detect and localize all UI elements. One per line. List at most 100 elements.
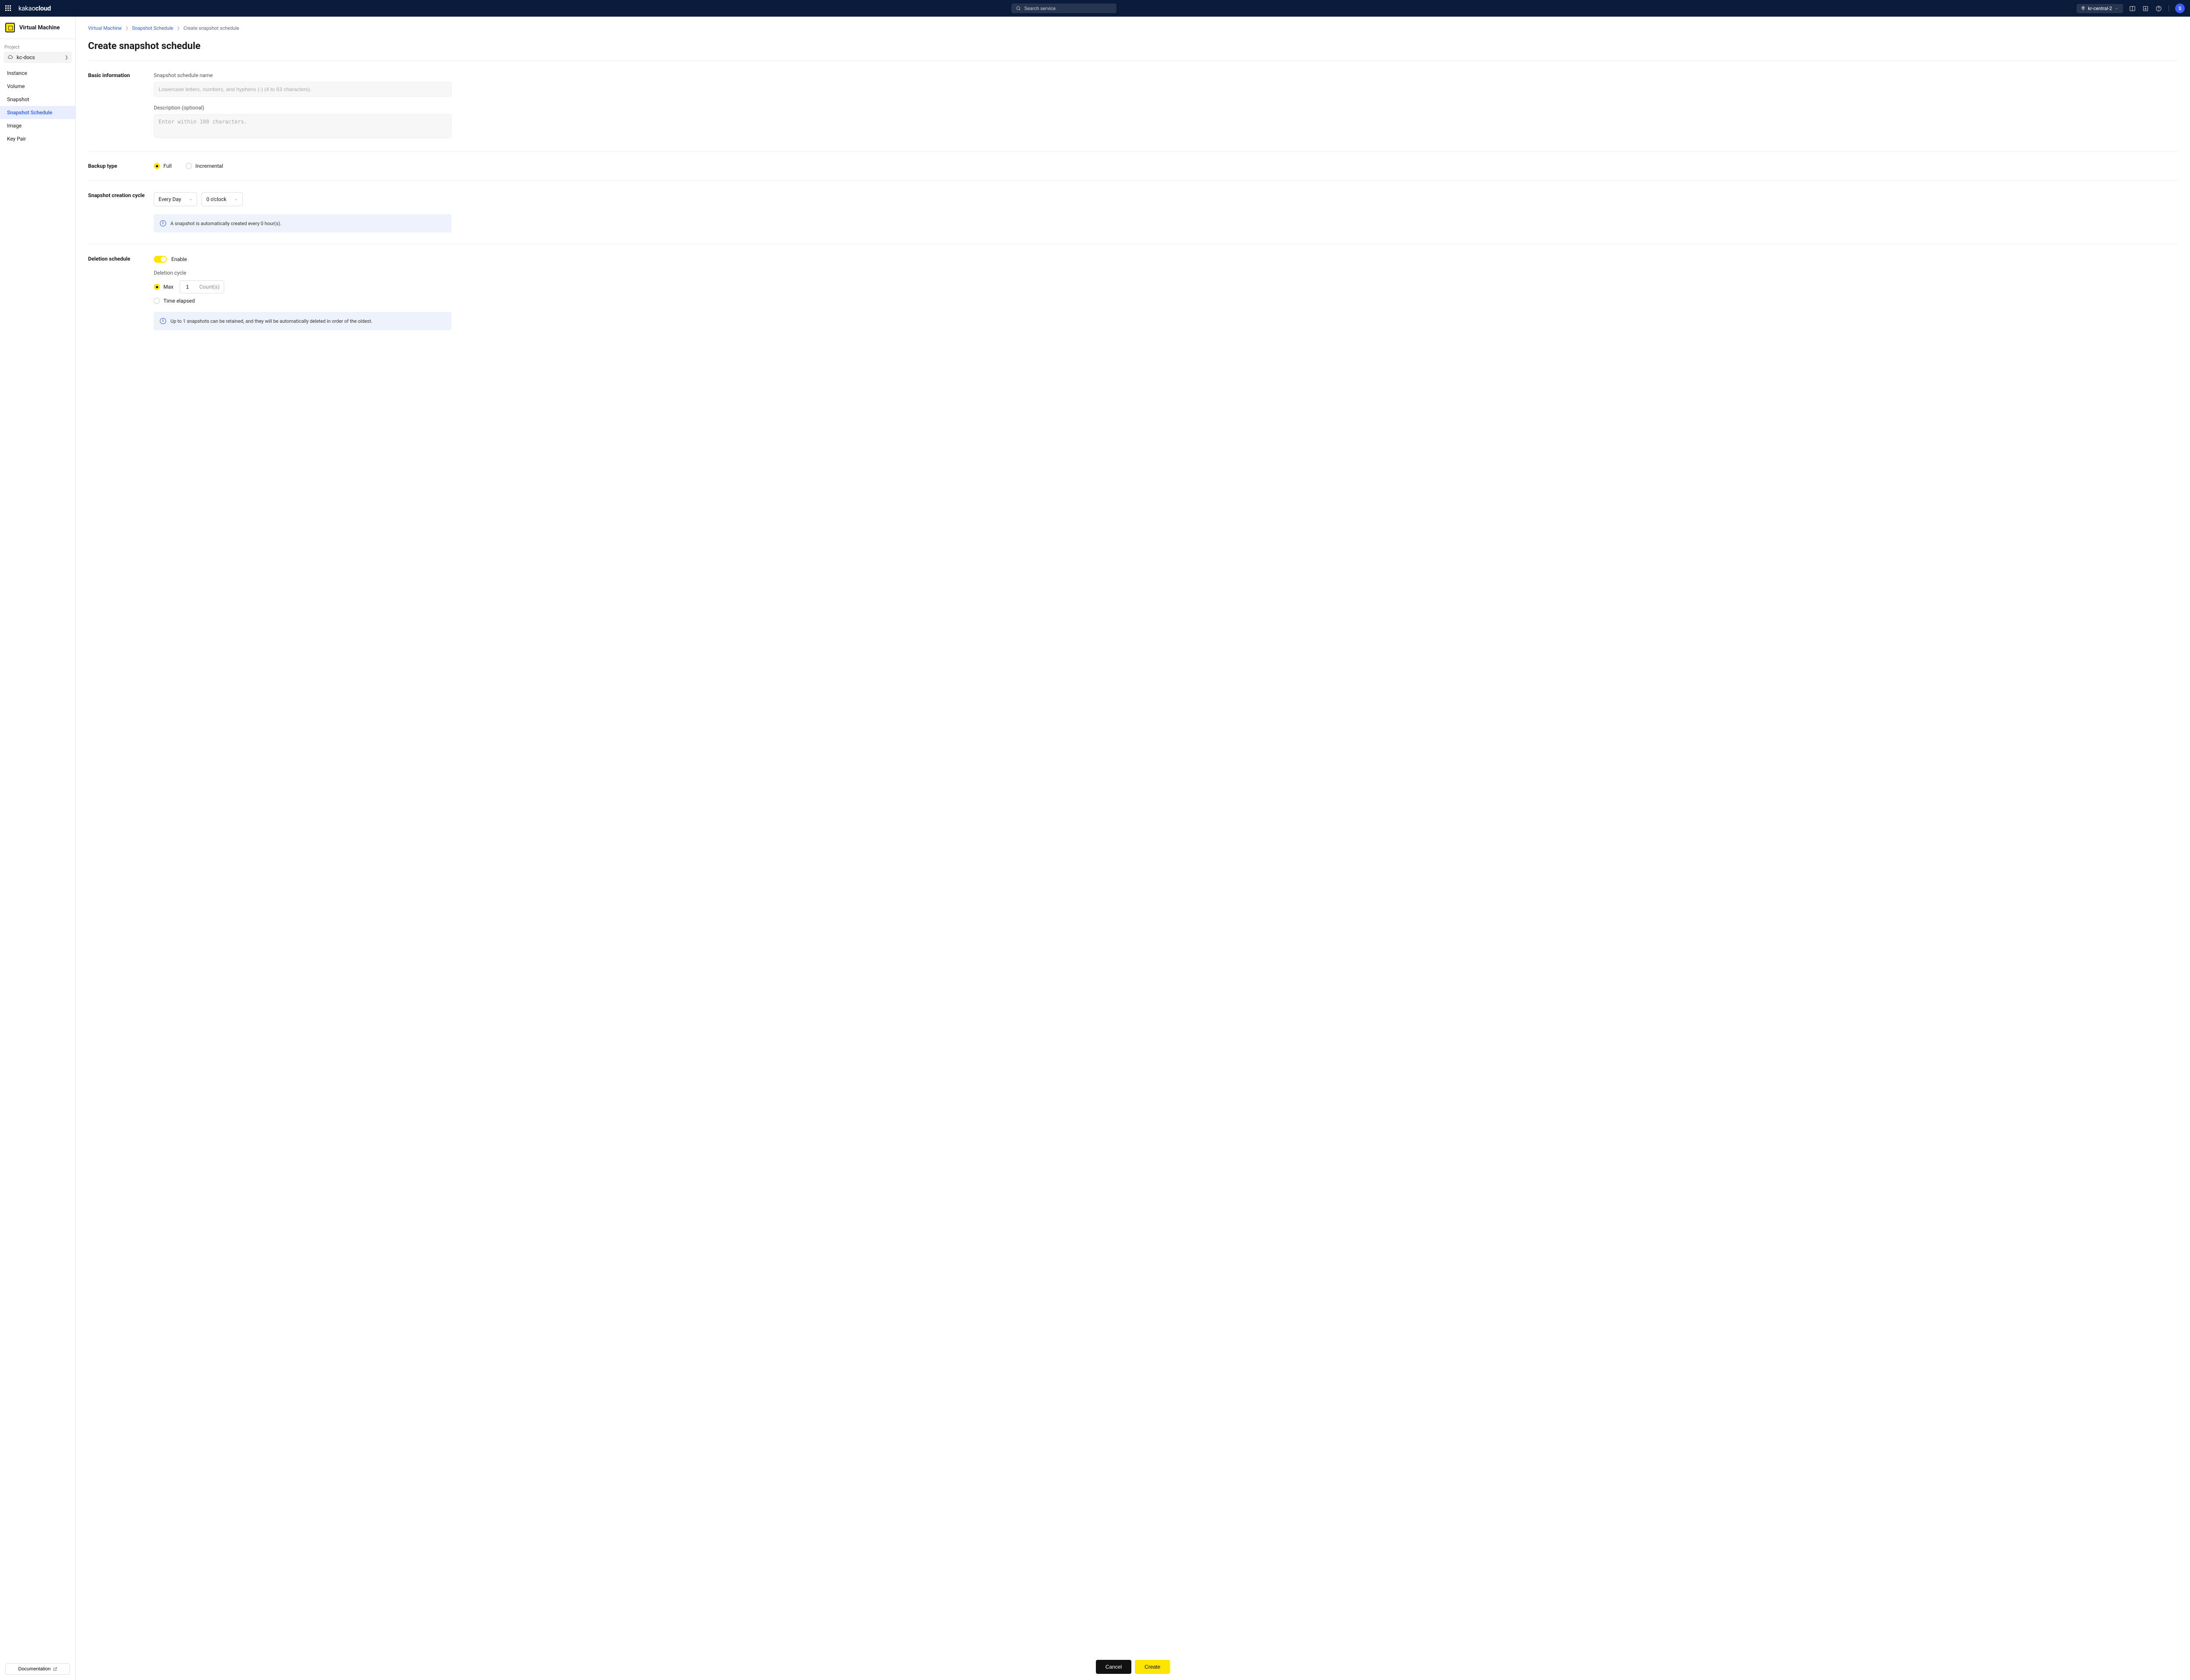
sidebar-item-snapshot[interactable]: Snapshot xyxy=(0,93,75,106)
cycle-selects: Every Day⌄ 0 o'clock ⌄ xyxy=(154,192,452,206)
deletion-enable-toggle[interactable] xyxy=(154,256,167,263)
footer-actions: Cancel Create xyxy=(76,1654,2190,1680)
sidebar-item-snapshot-schedule[interactable]: Snapshot Schedule xyxy=(0,106,75,119)
chevron-down-icon: ⌄ xyxy=(234,197,238,201)
radio-dot-icon xyxy=(154,284,160,290)
sidebar-item-image[interactable]: Image xyxy=(0,119,75,132)
section-cycle: Snapshot creation cycle Every Day⌄ 0 o'c… xyxy=(88,181,2178,244)
section-label-backup: Backup type xyxy=(88,163,154,169)
section-basic: Basic information Snapshot schedule name… xyxy=(88,61,2178,152)
schedule-name-input[interactable] xyxy=(154,82,452,97)
deletion-info-box: i Up to 1 snapshots can be retained, and… xyxy=(154,312,452,330)
backup-type-radios: Full Incremental xyxy=(154,163,452,169)
sidebar-title: Virtual Machine xyxy=(19,25,60,31)
section-deletion: Deletion schedule Enable Deletion cycle … xyxy=(88,244,2178,342)
count-input-wrap: Count(s) xyxy=(180,280,224,293)
deletion-time-row: Time elapsed xyxy=(154,298,452,304)
project-section-label: Project xyxy=(0,39,75,52)
cancel-button[interactable]: Cancel xyxy=(1096,1660,1131,1674)
radio-time-elapsed[interactable]: Time elapsed xyxy=(154,298,195,304)
topbar-left: kakaocloud xyxy=(5,4,51,12)
help-icon xyxy=(2155,5,2162,12)
deletion-cycle-block: Deletion cycle Max Count(s) Time elapsed xyxy=(154,270,452,304)
crumb-snapshot-schedule[interactable]: Snapshot Schedule xyxy=(132,25,173,31)
chevron-down-icon: ⌄ xyxy=(189,197,193,201)
sidebar-item-keypair[interactable]: Key Pair xyxy=(0,132,75,145)
vm-service-icon xyxy=(5,23,15,32)
radio-time-elapsed-label: Time elapsed xyxy=(163,298,195,304)
documentation-button[interactable]: Documentation xyxy=(5,1663,70,1675)
sidebar-nav: Instance Volume Snapshot Snapshot Schedu… xyxy=(0,67,75,145)
doc-label: Documentation xyxy=(18,1666,51,1672)
section-label-basic: Basic information xyxy=(88,72,154,140)
section-body-cycle: Every Day⌄ 0 o'clock ⌄ i A snapshot is au… xyxy=(154,192,452,233)
location-icon xyxy=(2081,6,2085,11)
billing-icon[interactable] xyxy=(2142,5,2149,12)
section-label-cycle: Snapshot creation cycle xyxy=(88,192,154,233)
download-icon xyxy=(2142,5,2149,12)
desc-field-label: Description (optional) xyxy=(154,105,452,111)
search-input[interactable]: Search service xyxy=(1011,4,1116,13)
topbar: kakaocloud Search service kr-central-2 S xyxy=(0,0,2190,17)
help-icon-btn[interactable] xyxy=(2155,5,2162,12)
create-button[interactable]: Create xyxy=(1135,1660,1170,1674)
section-backup: Backup type Full Incremental xyxy=(88,152,2178,181)
cloud-icon xyxy=(7,54,13,60)
section-label-deletion: Deletion schedule xyxy=(88,256,154,330)
time-value: 0 o'clock xyxy=(206,196,226,202)
count-unit: Count(s) xyxy=(195,281,224,293)
project-selector[interactable]: kc-docs ❯ xyxy=(4,52,72,63)
description-input[interactable] xyxy=(154,114,452,138)
radio-incremental[interactable]: Incremental xyxy=(186,163,223,169)
search-placeholder: Search service xyxy=(1024,6,1056,11)
layout: Virtual Machine Project kc-docs ❯ Instan… xyxy=(0,17,2190,1680)
section-body-deletion: Enable Deletion cycle Max Count(s) Time … xyxy=(154,256,452,330)
breadcrumb: Virtual Machine ❯ Snapshot Schedule ❯ Cr… xyxy=(88,25,2178,31)
project-name: kc-docs xyxy=(17,54,35,60)
radio-max-label: Max xyxy=(163,284,173,290)
sidebar-item-instance[interactable]: Instance xyxy=(0,67,75,80)
search-icon xyxy=(1016,6,1021,11)
sidebar-item-volume[interactable]: Volume xyxy=(0,80,75,93)
deletion-toggle-row: Enable xyxy=(154,256,452,263)
region-label: kr-central-2 xyxy=(2088,6,2112,11)
apps-menu-icon[interactable] xyxy=(5,5,11,11)
radio-incremental-label: Incremental xyxy=(195,163,223,169)
radio-max[interactable]: Max xyxy=(154,284,173,290)
cycle-info-box: i A snapshot is automatically created ev… xyxy=(154,214,452,233)
page-title: Create snapshot schedule xyxy=(88,41,2178,61)
crumb-current: Create snapshot schedule xyxy=(184,25,239,31)
deletion-max-row: Max Count(s) xyxy=(154,280,452,293)
section-body-backup: Full Incremental xyxy=(154,163,452,169)
info-icon: i xyxy=(160,220,166,226)
section-body-basic: Snapshot schedule name Description (opti… xyxy=(154,72,452,140)
radio-dot-icon xyxy=(154,298,160,304)
cycle-info-text: A snapshot is automatically created ever… xyxy=(170,221,281,226)
sidebar-header: Virtual Machine xyxy=(0,17,75,39)
time-select[interactable]: 0 o'clock ⌄ xyxy=(201,192,242,206)
main-content: Virtual Machine ❯ Snapshot Schedule ❯ Cr… xyxy=(76,17,2190,1680)
deletion-info-text: Up to 1 snapshots can be retained, and t… xyxy=(170,318,372,324)
topbar-right: kr-central-2 S xyxy=(2077,4,2185,13)
sidebar: Virtual Machine Project kc-docs ❯ Instan… xyxy=(0,17,76,1680)
frequency-select[interactable]: Every Day⌄ xyxy=(154,192,197,206)
brand-suffix: cloud xyxy=(35,4,51,12)
avatar[interactable]: S xyxy=(2175,4,2185,13)
radio-dot-icon xyxy=(186,163,192,169)
avatar-initial: S xyxy=(2179,6,2182,11)
count-input[interactable] xyxy=(180,281,195,293)
name-field-label: Snapshot schedule name xyxy=(154,72,452,78)
radio-full[interactable]: Full xyxy=(154,163,172,169)
brand-logo[interactable]: kakaocloud xyxy=(18,4,51,12)
region-selector[interactable]: kr-central-2 xyxy=(2077,4,2123,13)
info-icon: i xyxy=(160,318,166,324)
radio-full-label: Full xyxy=(163,163,172,169)
brand-prefix: kakao xyxy=(18,4,35,12)
panel-icon[interactable] xyxy=(2129,5,2136,12)
chevron-down-icon xyxy=(2115,7,2119,11)
crumb-vm[interactable]: Virtual Machine xyxy=(88,25,122,31)
sidebar-footer: Documentation xyxy=(0,1658,75,1680)
layout-icon xyxy=(2129,5,2136,12)
radio-dot-icon xyxy=(154,163,160,169)
crumb-sep: ❯ xyxy=(177,26,180,31)
